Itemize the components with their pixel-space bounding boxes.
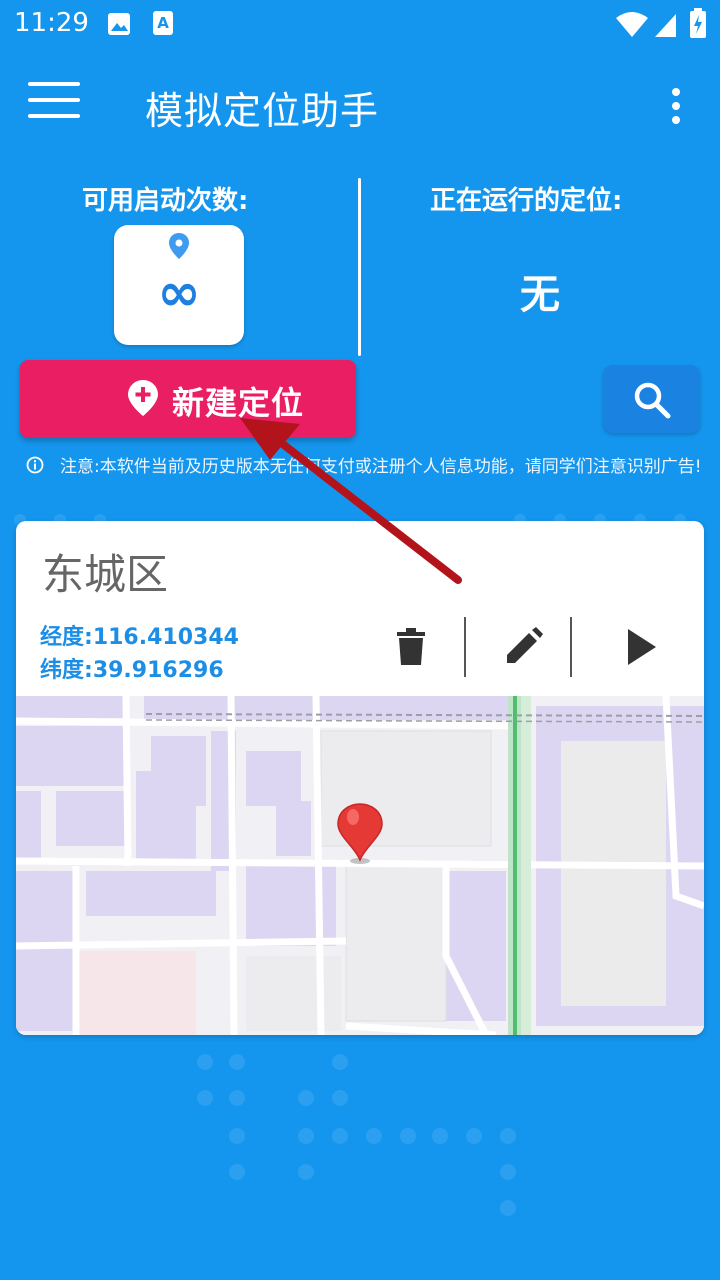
annotation-arrow xyxy=(240,418,462,584)
edit-icon xyxy=(507,627,543,663)
launch-count-label: 可用启动次数: xyxy=(82,186,249,216)
action-divider xyxy=(570,617,572,677)
longitude-value: 116.410344 xyxy=(92,625,239,650)
location-pin-icon xyxy=(169,233,189,259)
latitude-value: 39.916296 xyxy=(92,658,224,683)
status-bar: 11:29 A xyxy=(0,0,720,50)
play-button[interactable] xyxy=(594,613,684,683)
action-divider xyxy=(464,617,466,677)
app-title: 模拟定位助手 xyxy=(145,89,380,133)
signal-icon xyxy=(655,14,676,37)
delete-button[interactable] xyxy=(366,613,456,683)
panel-divider xyxy=(358,178,361,356)
add-location-icon xyxy=(128,380,158,416)
longitude-row: 经度:116.410344 xyxy=(40,619,239,651)
status-time: 11:29 xyxy=(14,8,89,38)
wifi-icon xyxy=(616,12,648,37)
app-bar: 模拟定位助手 xyxy=(0,60,720,150)
location-card[interactable]: 东城区 经度:116.410344 纬度:39.916296 xyxy=(16,521,704,1035)
play-icon xyxy=(628,629,656,665)
running-location-value: 无 xyxy=(520,272,560,318)
battery-charging-icon xyxy=(690,8,706,38)
info-icon xyxy=(26,456,44,474)
launch-count-value: ∞ xyxy=(157,263,201,323)
map-view[interactable] xyxy=(16,696,704,1035)
location-name: 东城区 xyxy=(42,550,169,599)
edit-button[interactable] xyxy=(473,613,563,683)
image-notification-icon xyxy=(108,13,130,35)
search-button[interactable] xyxy=(603,365,700,433)
longitude-label: 经度: xyxy=(40,625,93,650)
hamburger-menu-icon[interactable] xyxy=(28,82,80,126)
text-notification-icon: A xyxy=(153,11,173,35)
delete-icon xyxy=(397,628,425,665)
launch-count-card: ∞ xyxy=(114,225,244,345)
search-icon xyxy=(634,382,671,419)
svg-text:A: A xyxy=(157,14,169,32)
latitude-row: 纬度:39.916296 xyxy=(40,652,224,684)
latitude-label: 纬度: xyxy=(40,658,93,683)
more-vert-icon[interactable] xyxy=(660,84,692,128)
running-location-label: 正在运行的定位: xyxy=(430,186,623,216)
